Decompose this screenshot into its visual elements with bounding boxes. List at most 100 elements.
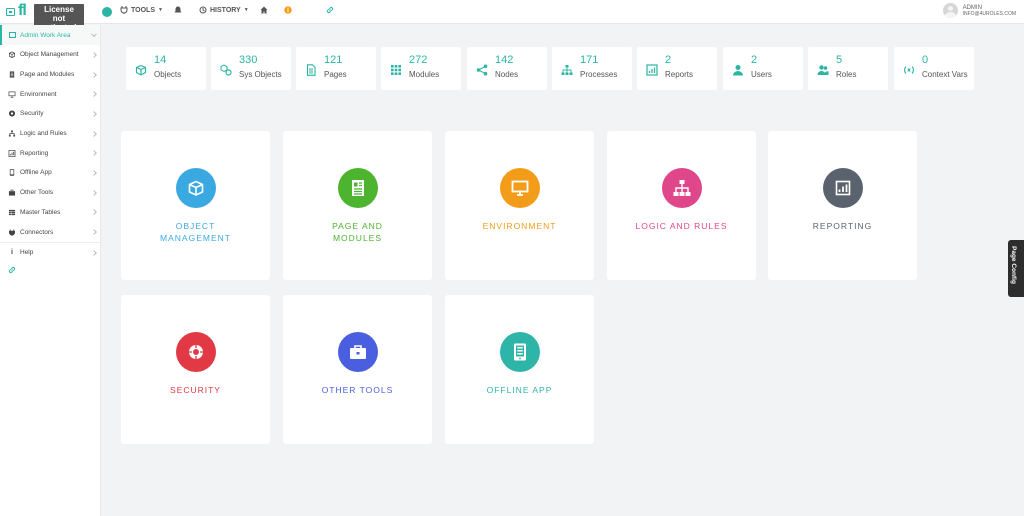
plug-icon [8, 228, 16, 236]
sidebar-item-connectors[interactable]: Connectors [0, 222, 100, 242]
sidebar-item-label: Connectors [20, 228, 54, 236]
cube-icon [9, 51, 15, 59]
card-logic-and-rules[interactable]: LOGIC AND RULES [607, 131, 756, 280]
stat-reports[interactable]: 2 Reports [637, 47, 717, 90]
info-button[interactable] [284, 6, 292, 14]
link-button[interactable] [326, 6, 334, 14]
sidebar-item-label: Help [20, 249, 34, 257]
card-label: REPORTING [812, 221, 873, 231]
stat-label: Sys Objects [239, 70, 282, 79]
card-icon-circle [338, 168, 378, 208]
tablet-icon [9, 169, 15, 177]
sidebar-item-master-tables[interactable]: Master Tables [0, 203, 100, 223]
monitor-icon [8, 91, 16, 98]
card-icon-circle [823, 168, 863, 208]
info-icon: i [11, 249, 13, 257]
card-label: OBJECT MANAGEMENT [160, 221, 231, 243]
sidebar-item-offline-app[interactable]: Offline App [0, 163, 100, 183]
tablet-icon [514, 343, 526, 361]
card-environment[interactable]: ENVIRONMENT [445, 131, 594, 280]
toolbox-icon [8, 189, 16, 196]
plug-icon [120, 6, 128, 14]
sidebar-item-label: Security [20, 110, 44, 118]
sidebar-item-reporting[interactable]: Reporting [0, 143, 100, 163]
user-icon [733, 65, 743, 76]
sidebar-item-label: Object Management [20, 51, 79, 59]
stat-processes[interactable]: 171 Processes [552, 47, 632, 90]
history-label: HISTORY [210, 6, 241, 14]
sidebar-item-help[interactable]: i Help [0, 243, 100, 263]
stat-label: Pages [324, 70, 347, 79]
sidebar-item-security[interactable]: Security [0, 104, 100, 124]
grid-icon [391, 65, 401, 75]
stat-objects[interactable]: 14 Objects [126, 47, 206, 90]
sitemap-icon [8, 130, 16, 137]
toolbox-icon [350, 345, 366, 359]
stat-nodes[interactable]: 142 Nodes [467, 47, 547, 90]
home-button[interactable] [260, 6, 268, 14]
sidebar-item-label: Reporting [20, 149, 49, 157]
stat-label: Objects [154, 70, 182, 79]
page-config-tab[interactable]: Page Config [1008, 240, 1024, 297]
sitemap-icon [561, 65, 573, 75]
app-logo[interactable]: fl License not activated [4, 2, 84, 33]
context-vars-icon [904, 66, 914, 74]
sidebar-item-admin-work-area[interactable]: Admin Work Area [0, 25, 100, 45]
report-icon [8, 149, 16, 157]
notifications-button[interactable] [174, 6, 182, 14]
history-menu[interactable]: HISTORY ▼ [199, 6, 249, 14]
card-security[interactable]: SECURITY [121, 295, 270, 444]
sidebar-item-logic-and-rules[interactable]: Logic and Rules [0, 124, 100, 144]
stat-label: Nodes [495, 70, 519, 79]
card-label: LOGIC AND RULES [635, 221, 728, 231]
sidebar-link-button[interactable] [0, 266, 100, 276]
link-icon [8, 266, 16, 273]
bell-icon [174, 6, 182, 13]
card-offline-app[interactable]: OFFLINE APP [445, 295, 594, 444]
stat-label: Modules [409, 70, 440, 79]
stat-context-vars[interactable]: 0 Context Vars [894, 47, 974, 90]
stat-value: 121 [324, 54, 343, 66]
sidebar-header-label: Admin Work Area [20, 31, 71, 39]
sidebar-item-label: Other Tools [20, 189, 54, 197]
sidebar-item-label: Page and Modules [20, 71, 75, 79]
card-reporting[interactable]: REPORTING [768, 131, 917, 280]
card-other-tools[interactable]: OTHER TOOLS [283, 295, 432, 444]
card-page-and-modules[interactable]: PAGE AND MODULES [283, 131, 432, 280]
card-object-management[interactable]: OBJECT MANAGEMENT [121, 131, 270, 280]
stat-value: 2 [751, 54, 758, 66]
stat-modules[interactable]: 272 Modules [381, 47, 461, 90]
card-label: ENVIRONMENT [482, 221, 557, 231]
page-config-label: Page Config [1010, 246, 1017, 284]
page-icon [306, 64, 316, 76]
chevron-right-icon [91, 249, 97, 256]
card-icon-circle [662, 168, 702, 208]
stat-value: 272 [409, 54, 428, 66]
stat-sys-objects[interactable]: 330 Sys Objects [211, 47, 291, 90]
sidebar-item-object-management[interactable]: Object Management [0, 45, 100, 65]
report-icon [646, 64, 658, 76]
sidebar-item-page-and-modules[interactable]: Page and Modules [0, 65, 100, 85]
card-icon-circle [176, 332, 216, 372]
stat-pages[interactable]: 121 Pages [296, 47, 376, 90]
user-email: INFO@4UROLES.COM [962, 10, 1016, 17]
info-icon [284, 6, 292, 14]
stat-users[interactable]: 2 Users [723, 47, 803, 90]
sidebar-item-other-tools[interactable]: Other Tools [0, 183, 100, 203]
chevron-right-icon [91, 91, 97, 98]
chevron-right-icon [91, 150, 97, 157]
user-menu[interactable]: ADMIN INFO@4UROLES.COM [942, 3, 1016, 18]
tools-menu[interactable]: TOOLS ▼ [120, 6, 163, 14]
sidebar-item-environment[interactable]: Environment [0, 84, 100, 104]
menu-toggle-icon[interactable] [6, 8, 15, 16]
page-icon [352, 180, 364, 196]
stat-value: 0 [922, 54, 929, 66]
card-label: OFFLINE APP [486, 385, 553, 395]
card-icon-circle [500, 168, 540, 208]
stat-roles[interactable]: 5 Roles [808, 47, 888, 90]
brand-text: fl [18, 2, 27, 19]
license-line-1: License not [44, 5, 74, 23]
chevron-right-icon [91, 209, 97, 216]
stat-value: 330 [239, 54, 258, 66]
chevron-right-icon [91, 52, 97, 58]
